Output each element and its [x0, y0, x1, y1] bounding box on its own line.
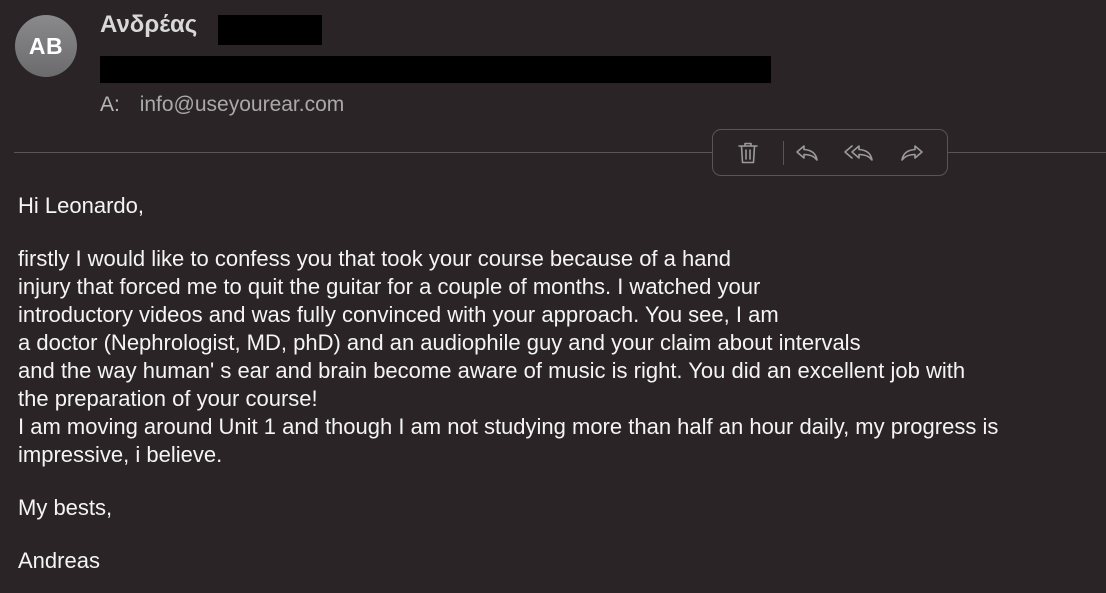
reply-button[interactable] [784, 130, 829, 175]
reply-all-button[interactable] [829, 130, 889, 175]
trash-icon [737, 141, 759, 165]
body-line: impressive, i believe. [18, 442, 223, 467]
redacted-sender-surname [218, 15, 322, 45]
reply-icon [794, 143, 820, 163]
body-line: the preparation of your course! [18, 386, 318, 411]
forward-button[interactable] [889, 130, 934, 175]
greeting: Hi Leonardo, [18, 193, 144, 218]
body-line: firstly I would like to confess you that… [18, 246, 731, 271]
redacted-subject [100, 56, 771, 83]
body-line: injury that forced me to quit the guitar… [18, 274, 761, 299]
sender-name: Ανδρέας [100, 11, 198, 38]
closing: My bests, [18, 495, 113, 520]
forward-icon [899, 143, 925, 163]
body-line: I am moving around Unit 1 and though I a… [18, 414, 999, 439]
body-line: a doctor (Nephrologist, MD, phD) and an … [18, 330, 861, 355]
recipient-address[interactable]: info@useyourear.com [140, 93, 345, 116]
recipient-row: A: info@useyourear.com [100, 93, 344, 117]
delete-button[interactable] [713, 130, 783, 175]
message-toolbar [712, 129, 948, 176]
message-body: Hi Leonardo, firstly I would like to con… [18, 192, 998, 575]
reply-all-icon [843, 143, 875, 163]
to-label: A: [100, 93, 120, 116]
signature: Andreas [18, 548, 100, 573]
body-line: and the way human' s ear and brain becom… [18, 358, 966, 383]
body-line: introductory videos and was fully convin… [18, 302, 779, 327]
avatar: AB [15, 15, 77, 77]
